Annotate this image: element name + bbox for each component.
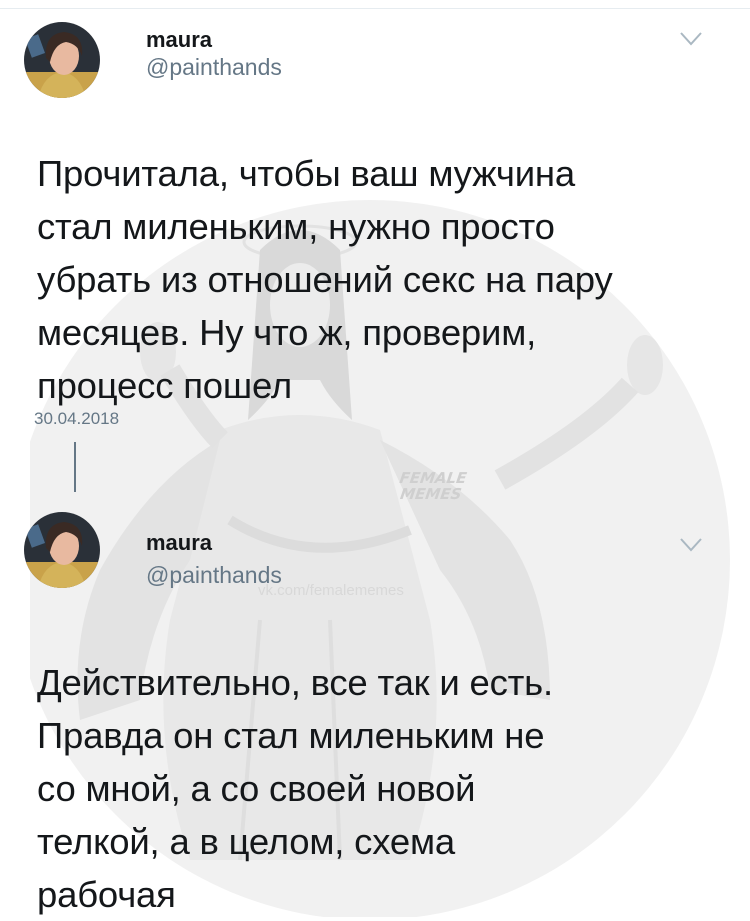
tweet-1: maura @painthands Прочитала, чтобы ваш м… (0, 0, 750, 500)
thread-connector (74, 442, 76, 492)
tweet-text-line: рабочая (37, 874, 176, 915)
tweet-text-line: Действительно, все так и есть. (37, 662, 553, 703)
user-photo-icon (24, 512, 100, 588)
tweet-text-line: со мной, а со своей новой (37, 768, 476, 809)
chevron-down-icon[interactable] (680, 538, 702, 552)
tweet-date[interactable]: 30.04.2018 (34, 409, 119, 429)
tweet-2: maura @painthands Действительно, все так… (0, 500, 750, 917)
tweet-text-line: процесс пошел (37, 365, 292, 406)
tweet-text-line: стал миленьким, нужно просто (37, 206, 555, 247)
tweet-text-line: Прочитала, чтобы ваш мужчина (37, 153, 575, 194)
tweet-text-line: Правда он стал миленьким не (37, 715, 545, 756)
tweet-text: Действительно, все так и есть. Правда он… (37, 656, 737, 921)
avatar[interactable] (24, 22, 100, 98)
chevron-down-icon[interactable] (680, 32, 702, 46)
user-photo-icon (24, 22, 100, 98)
user-handle[interactable]: @painthands (146, 562, 282, 589)
tweet-text-line: убрать из отношений секс на пару (37, 259, 613, 300)
tweet-text: Прочитала, чтобы ваш мужчина стал милень… (37, 147, 737, 412)
tweet-text-line: телкой, а в целом, схема (37, 821, 455, 862)
tweet-text-line: месяцев. Ну что ж, проверим, (37, 312, 537, 353)
user-handle[interactable]: @painthands (146, 54, 282, 81)
avatar[interactable] (24, 512, 100, 588)
display-name[interactable]: maura (146, 530, 212, 556)
display-name[interactable]: maura (146, 27, 212, 53)
